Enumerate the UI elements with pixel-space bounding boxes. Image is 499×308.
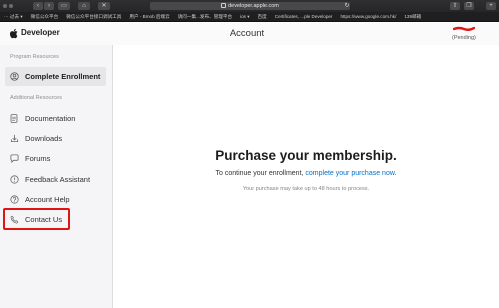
bookmark-item[interactable]: https://www.google.com.hk/: [340, 14, 396, 19]
brand-name[interactable]: Developer: [21, 28, 60, 37]
share-button[interactable]: ⇧: [450, 2, 460, 10]
bookmark-item[interactable]: ⋯ 过去 ▾: [4, 14, 23, 20]
bookmark-item[interactable]: ios ▾: [240, 14, 249, 20]
bookmark-item[interactable]: Certificates, ...ple Developer: [275, 14, 333, 19]
lock-icon: [221, 3, 227, 9]
new-tab-button[interactable]: +: [486, 2, 496, 10]
main-content: Purchase your membership. To continue yo…: [113, 45, 499, 308]
min-dot[interactable]: [9, 4, 13, 8]
feedback-icon: [9, 175, 19, 185]
address-bar[interactable]: developer.apple.com: [150, 2, 350, 10]
sidebar-item-forums[interactable]: Forums: [5, 149, 106, 168]
browser-toolbar: ‹ › ▭ ⌂ ✕ developer.apple.com ↻ ⇧ ❐ +: [0, 0, 499, 12]
complete-purchase-link[interactable]: complete your purchase now: [305, 170, 394, 177]
sidebar-item-label: Feedback Assistant: [25, 175, 91, 184]
membership-headline: Purchase your membership.: [215, 148, 397, 163]
message-prefix: To continue your enrollment,: [215, 170, 306, 177]
sidebar-item-label: Account Help: [25, 195, 70, 204]
bookmark-item[interactable]: 微信公众平台接口调试工具: [66, 14, 121, 20]
processing-note: Your purchase may take up to 48 hours to…: [242, 186, 370, 192]
address-text: developer.apple.com: [228, 3, 279, 9]
status-badge: (Pending): [452, 35, 476, 41]
bookmark-item[interactable]: 微信公众平台: [31, 14, 59, 20]
message-suffix: .: [394, 170, 397, 177]
reload-button[interactable]: ↻: [343, 2, 351, 10]
sidebar-toggle-button[interactable]: ▭: [58, 2, 70, 10]
sidebar-item-label: Complete Enrollment: [25, 72, 101, 81]
back-button[interactable]: ‹: [33, 2, 43, 10]
sidebar-item-complete-enrollment[interactable]: Complete Enrollment: [5, 67, 106, 86]
section-label-program: Program Resources: [10, 54, 59, 60]
enrollment-message: To continue your enrollment, complete yo…: [113, 170, 499, 177]
sidebar-item-label: Forums: [25, 154, 51, 163]
sidebar-item-downloads[interactable]: Downloads: [5, 129, 106, 148]
sidebar-item-account-help[interactable]: Account Help: [5, 190, 106, 209]
help-icon: [9, 195, 19, 205]
sidebar-item-label: Downloads: [25, 134, 63, 143]
download-icon: [9, 134, 19, 144]
sidebar-item-label: Documentation: [25, 114, 76, 123]
apple-logo-icon[interactable]: [9, 28, 18, 39]
page-header: Developer Account (Pending): [0, 23, 499, 46]
bookmark-item[interactable]: 139邮箱: [404, 14, 421, 20]
close-dot[interactable]: [3, 4, 7, 8]
sidebar: Program Resources Complete Enrollment Ad…: [0, 45, 113, 308]
page-title: Account: [229, 28, 265, 39]
section-label-additional: Additional Resources: [10, 95, 62, 101]
bookmark-item[interactable]: 请问一集...发布、管理平台: [178, 14, 232, 20]
bookmark-item[interactable]: 百度: [258, 14, 267, 20]
extension-button[interactable]: ✕: [98, 2, 110, 10]
forward-button[interactable]: ›: [44, 2, 54, 10]
home-button[interactable]: ⌂: [78, 2, 90, 10]
sidebar-item-feedback-assistant[interactable]: Feedback Assistant: [5, 170, 106, 189]
bookmarks-bar: ⋯ 过去 ▾ 微信公众平台 微信公众平台接口调试工具 用户 - Bmob 后端云…: [0, 12, 499, 22]
bookmark-item[interactable]: 用户 - Bmob 后端云: [129, 14, 169, 20]
redaction-scribble: [453, 26, 475, 31]
tabs-button[interactable]: ❐: [464, 2, 474, 10]
document-icon: [9, 114, 19, 124]
user-circle-icon: [9, 72, 19, 82]
chat-bubble-icon: [9, 154, 19, 164]
sidebar-item-documentation[interactable]: Documentation: [5, 109, 106, 128]
annotation-highlight-box: [3, 208, 70, 230]
